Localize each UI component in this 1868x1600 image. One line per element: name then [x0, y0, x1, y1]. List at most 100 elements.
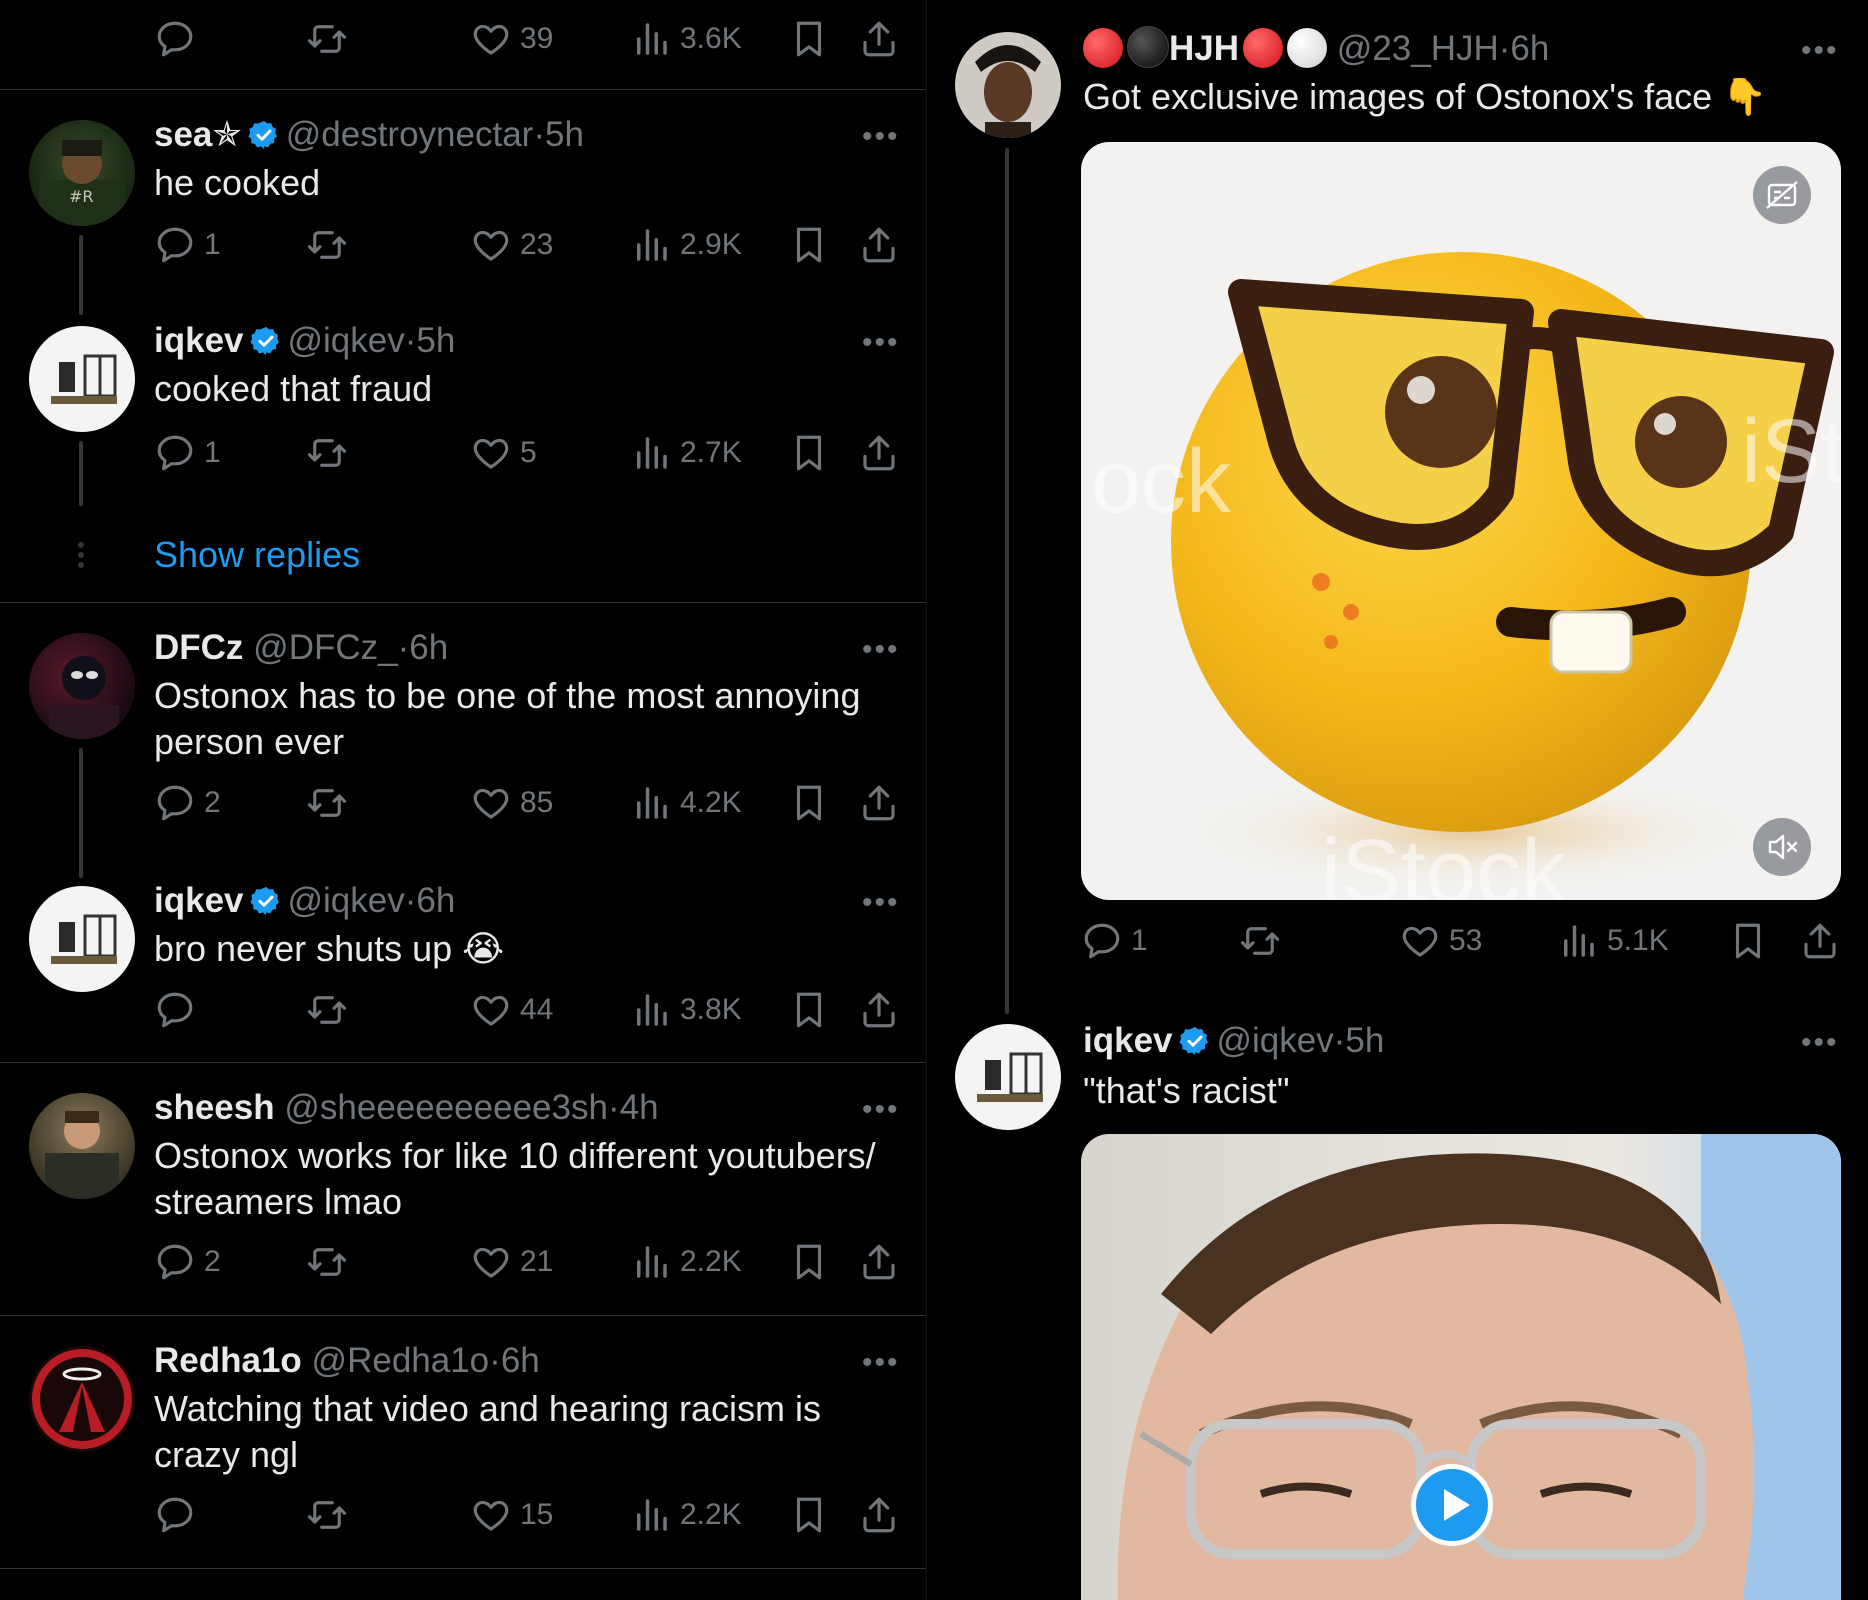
tweet-text-line: person ever	[154, 721, 345, 762]
views-button[interactable]: 3.8K	[630, 987, 742, 1033]
bookmark-button[interactable]	[788, 780, 830, 826]
share-button[interactable]	[858, 1239, 900, 1285]
bookmark-button[interactable]	[788, 16, 830, 62]
captions-button[interactable]	[1753, 166, 1811, 224]
like-button[interactable]: 39	[470, 16, 553, 62]
views-button[interactable]: 5.1K	[1557, 918, 1669, 964]
author-name[interactable]: iqkev	[1083, 1021, 1173, 1060]
tweet-time[interactable]: 5h	[416, 321, 455, 360]
author-handle[interactable]: @DFCz_	[253, 628, 397, 667]
more-options-button[interactable]: •••	[862, 1093, 900, 1127]
retweet-button[interactable]	[306, 430, 348, 476]
avatar[interactable]	[29, 1093, 135, 1199]
reply-button[interactable]: 2	[154, 780, 221, 826]
author-handle[interactable]: @iqkev	[1217, 1021, 1334, 1060]
tweet-time[interactable]: 6h	[1510, 29, 1549, 68]
reply-button[interactable]: 1	[1081, 918, 1148, 964]
bookmark-button[interactable]	[788, 987, 830, 1033]
author-name[interactable]: sheesh	[154, 1088, 275, 1127]
share-button[interactable]	[858, 430, 900, 476]
tweet-time[interactable]: 5h	[1345, 1021, 1384, 1060]
views-button[interactable]: 2.2K	[630, 1492, 742, 1538]
author-handle[interactable]: @sheeeeeeeeee3sh	[284, 1088, 608, 1127]
bookmark-button[interactable]	[788, 1492, 830, 1538]
tweet-time[interactable]: 4h	[620, 1088, 659, 1127]
share-button[interactable]	[858, 222, 900, 268]
share-button[interactable]	[858, 1492, 900, 1538]
author-name[interactable]: Redha1o	[154, 1341, 302, 1380]
avatar[interactable]	[955, 32, 1061, 138]
avatar[interactable]: #R	[29, 120, 135, 226]
share-button[interactable]	[858, 987, 900, 1033]
avatar[interactable]	[29, 1346, 135, 1452]
verified-badge-icon	[1179, 1025, 1211, 1057]
author-handle[interactable]: @iqkev	[288, 881, 405, 920]
show-replies-link[interactable]: Show replies	[154, 534, 360, 576]
retweet-button[interactable]	[306, 1492, 348, 1538]
bookmark-button[interactable]	[788, 1239, 830, 1285]
retweet-button[interactable]	[306, 1239, 348, 1285]
author-handle[interactable]: @23_HJH	[1337, 29, 1499, 68]
tweet-time[interactable]: 6h	[416, 881, 455, 920]
more-options-button[interactable]: •••	[1801, 1026, 1839, 1060]
tweet[interactable]: iqkev @iqkev·5h ••• "that's racist"	[927, 1010, 1868, 1600]
avatar[interactable]	[29, 326, 135, 432]
more-options-button[interactable]: •••	[862, 886, 900, 920]
tweet-video[interactable]	[1081, 1134, 1841, 1600]
like-button[interactable]: 85	[470, 780, 553, 826]
bookmark-button[interactable]	[788, 222, 830, 268]
avatar[interactable]	[29, 886, 135, 992]
like-button[interactable]: 5	[470, 430, 537, 476]
like-button[interactable]: 15	[470, 1492, 553, 1538]
views-button[interactable]: 2.7K	[630, 430, 742, 476]
author-name[interactable]: HJH	[1169, 29, 1239, 68]
views-button[interactable]: 2.9K	[630, 222, 742, 268]
reply-button[interactable]	[154, 987, 196, 1033]
share-button[interactable]	[1799, 918, 1841, 964]
avatar[interactable]	[29, 633, 135, 739]
share-button[interactable]	[858, 16, 900, 62]
like-button[interactable]: 21	[470, 1239, 553, 1285]
author-handle[interactable]: @Redha1o	[312, 1341, 490, 1380]
tweet-time[interactable]: 6h	[501, 1341, 540, 1380]
bookmark-button[interactable]	[788, 430, 830, 476]
retweet-button[interactable]	[306, 222, 348, 268]
views-button[interactable]: 3.6K	[630, 16, 742, 62]
tweet[interactable]: HJH @23_HJH·6h ••• Got exclusive images …	[927, 0, 1868, 1014]
retweet-button[interactable]	[306, 987, 348, 1033]
avatar[interactable]	[955, 1024, 1061, 1130]
more-options-button[interactable]: •••	[862, 120, 900, 154]
like-button[interactable]: 53	[1399, 918, 1482, 964]
reply-button[interactable]: 1	[154, 222, 221, 268]
retweet-button[interactable]	[1239, 918, 1281, 964]
reply-button[interactable]	[154, 16, 196, 62]
retweet-button[interactable]	[306, 780, 348, 826]
tweet-media-image[interactable]: ock iSt iStock	[1081, 142, 1841, 900]
reply-button[interactable]: 2	[154, 1239, 221, 1285]
tweet-time[interactable]: 5h	[545, 115, 584, 154]
author-handle[interactable]: @destroynectar	[286, 115, 534, 154]
bookmark-button[interactable]	[1727, 918, 1769, 964]
author-name[interactable]: DFCz	[154, 628, 243, 667]
share-button[interactable]	[858, 780, 900, 826]
views-button[interactable]: 2.2K	[630, 1239, 742, 1285]
more-options-button[interactable]: •••	[1801, 34, 1839, 68]
mute-button[interactable]	[1753, 818, 1811, 876]
more-options-button[interactable]: •••	[862, 1346, 900, 1380]
tweet-time[interactable]: 6h	[409, 628, 448, 667]
like-count: 39	[520, 22, 554, 55]
reply-button[interactable]	[154, 1492, 196, 1538]
reply-button[interactable]: 1	[154, 430, 221, 476]
author-name[interactable]: sea✯	[154, 115, 242, 154]
author-name[interactable]: iqkev	[154, 321, 244, 360]
retweet-button[interactable]	[306, 16, 348, 62]
play-button[interactable]	[1411, 1464, 1493, 1546]
like-button[interactable]: 44	[470, 987, 553, 1033]
like-button[interactable]: 23	[470, 222, 553, 268]
more-options-button[interactable]: •••	[862, 633, 900, 667]
dot-separator: ·	[533, 115, 545, 154]
views-button[interactable]: 4.2K	[630, 780, 742, 826]
author-name[interactable]: iqkev	[154, 881, 244, 920]
more-options-button[interactable]: •••	[862, 326, 900, 360]
author-handle[interactable]: @iqkev	[288, 321, 405, 360]
